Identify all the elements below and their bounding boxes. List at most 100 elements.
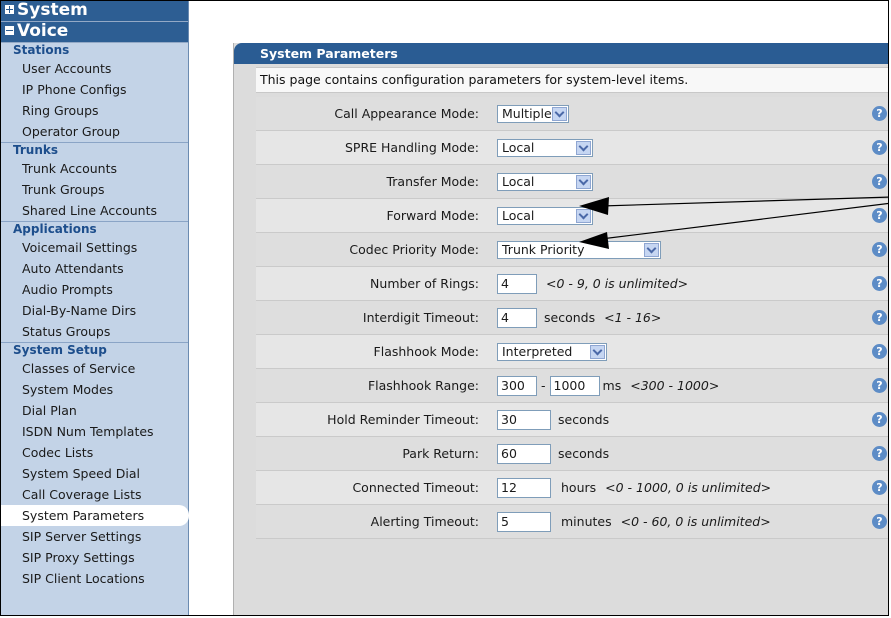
- help-icon[interactable]: ?: [872, 276, 887, 291]
- sidebar-item-trunk-accounts[interactable]: Trunk Accounts: [1, 158, 188, 179]
- flashhook-range-max-input[interactable]: 1000: [549, 375, 600, 396]
- flashhook-mode-select[interactable]: Interpreted: [497, 342, 607, 361]
- row-interdigit-timeout: Interdigit Timeout: 4 seconds <1 - 16> ?: [256, 301, 888, 335]
- help-icon[interactable]: ?: [872, 412, 887, 427]
- app-frame: System Voice Stations User Accounts IP P…: [0, 0, 889, 616]
- help-icon[interactable]: ?: [872, 446, 887, 461]
- sidebar-item-system-parameters[interactable]: System Parameters: [1, 505, 189, 526]
- spre-handling-mode-select[interactable]: Local: [497, 138, 593, 157]
- sidebar-section-voice[interactable]: Voice: [1, 22, 188, 43]
- sidebar-item-dial-plan[interactable]: Dial Plan: [1, 400, 188, 421]
- connected-timeout-input[interactable]: 12: [497, 477, 551, 498]
- field-label: Flashhook Range:: [367, 378, 479, 393]
- sidebar-item-call-coverage-lists[interactable]: Call Coverage Lists: [1, 484, 188, 505]
- sidebar-item-trunk-groups[interactable]: Trunk Groups: [1, 179, 188, 200]
- sidebar-item-auto-attendants[interactable]: Auto Attendants: [1, 258, 188, 279]
- interdigit-timeout-input[interactable]: 4: [497, 307, 537, 328]
- sidebar: System Voice Stations User Accounts IP P…: [1, 1, 189, 615]
- row-forward-mode: Forward Mode: Local ?: [256, 199, 888, 233]
- call-appearance-mode-select[interactable]: Multiple: [497, 104, 569, 123]
- sidebar-item-sip-proxy-settings[interactable]: SIP Proxy Settings: [1, 547, 188, 568]
- field-label: Call Appearance Mode:: [334, 106, 479, 121]
- field-label: Flashhook Mode:: [373, 344, 479, 359]
- chevron-down-icon: [644, 242, 659, 257]
- sidebar-item-operator-group[interactable]: Operator Group: [1, 121, 188, 142]
- sidebar-item-audio-prompts[interactable]: Audio Prompts: [1, 279, 188, 300]
- row-transfer-mode: Transfer Mode: Local ?: [256, 165, 888, 199]
- row-flashhook-range: Flashhook Range: 300-1000 ms <300 - 1000> …: [256, 369, 888, 403]
- range-hint: <1 - 16>: [604, 310, 662, 325]
- sidebar-item-voicemail-settings[interactable]: Voicemail Settings: [1, 237, 188, 258]
- field-label: Transfer Mode:: [386, 174, 479, 189]
- row-flashhook-mode: Flashhook Mode: Interpreted ?: [256, 335, 888, 369]
- unit-label: seconds: [544, 310, 596, 325]
- group-stations: Stations: [13, 43, 70, 57]
- flashhook-range-min-input[interactable]: 300: [497, 375, 537, 396]
- help-icon[interactable]: ?: [872, 242, 887, 257]
- row-park-return: Park Return: 60 seconds ?: [256, 437, 888, 471]
- sidebar-item-shared-line-accounts[interactable]: Shared Line Accounts: [1, 200, 188, 221]
- help-icon[interactable]: ?: [872, 480, 887, 495]
- group-system-setup: System Setup: [1, 342, 188, 358]
- page-title: System Parameters: [234, 43, 888, 64]
- help-icon[interactable]: ?: [872, 310, 887, 325]
- chevron-down-icon: [576, 174, 591, 189]
- expand-icon: [5, 5, 14, 14]
- sidebar-item-system-modes[interactable]: System Modes: [1, 379, 188, 400]
- chevron-down-icon: [552, 106, 567, 121]
- unit-label: minutes: [561, 514, 612, 529]
- sidebar-item-status-groups[interactable]: Status Groups: [1, 321, 188, 342]
- range-hint: <0 - 9, 0 is unlimited>: [546, 276, 689, 291]
- sidebar-item-codec-lists[interactable]: Codec Lists: [1, 442, 188, 463]
- field-label: Hold Reminder Timeout:: [327, 412, 479, 427]
- params-table: Call Appearance Mode: Multiple ? SPRE Ha…: [256, 97, 888, 539]
- row-hold-reminder-timeout: Hold Reminder Timeout: 30 seconds ?: [256, 403, 888, 437]
- section-label: Voice: [17, 21, 69, 41]
- range-hint: <0 - 60, 0 is unlimited>: [620, 514, 771, 529]
- section-label: System: [17, 0, 88, 20]
- field-label: Alerting Timeout:: [370, 514, 479, 529]
- field-label: SPRE Handling Mode:: [345, 140, 479, 155]
- sidebar-item-ip-phone-configs[interactable]: IP Phone Configs: [1, 79, 188, 100]
- help-icon[interactable]: ?: [872, 106, 887, 121]
- help-icon[interactable]: ?: [872, 344, 887, 359]
- park-return-input[interactable]: 60: [497, 443, 551, 464]
- sidebar-item-sip-server-settings[interactable]: SIP Server Settings: [1, 526, 188, 547]
- main-panel: System Parameters This page contains con…: [233, 43, 888, 615]
- help-icon[interactable]: ?: [872, 140, 887, 155]
- hold-reminder-timeout-input[interactable]: 30: [497, 409, 551, 430]
- sidebar-item-system-speed-dial[interactable]: System Speed Dial: [1, 463, 188, 484]
- number-of-rings-input[interactable]: 4: [497, 273, 537, 294]
- forward-mode-select[interactable]: Local: [497, 206, 593, 225]
- field-label: Codec Priority Mode:: [349, 242, 479, 257]
- help-icon[interactable]: ?: [872, 514, 887, 529]
- field-label: Interdigit Timeout:: [362, 310, 479, 325]
- row-number-of-rings: Number of Rings: 4 <0 - 9, 0 is unlimited…: [256, 267, 888, 301]
- sidebar-item-user-accounts[interactable]: User Accounts: [1, 58, 188, 79]
- field-label: Park Return:: [402, 446, 479, 461]
- sidebar-item-sip-client-locations[interactable]: SIP Client Locations: [1, 568, 188, 589]
- alerting-timeout-input[interactable]: 5: [497, 511, 551, 532]
- help-icon[interactable]: ?: [872, 174, 887, 189]
- field-label: Number of Rings:: [370, 276, 479, 291]
- unit-label: hours: [561, 480, 597, 495]
- help-icon[interactable]: ?: [872, 378, 887, 393]
- sidebar-item-dial-by-name-dirs[interactable]: Dial-By-Name Dirs: [1, 300, 188, 321]
- codec-priority-mode-select[interactable]: Trunk Priority: [497, 240, 661, 259]
- field-label: Connected Timeout:: [352, 480, 479, 495]
- unit-label: seconds: [558, 446, 610, 461]
- sidebar-item-isdn-num-templates[interactable]: ISDN Num Templates: [1, 421, 188, 442]
- sidebar-item-classes-of-service[interactable]: Classes of Service: [1, 358, 188, 379]
- unit-label: ms: [602, 378, 622, 393]
- chevron-down-icon: [576, 140, 591, 155]
- field-label: Forward Mode:: [386, 208, 479, 223]
- help-icon[interactable]: ?: [872, 208, 887, 223]
- sidebar-section-system[interactable]: System: [1, 1, 188, 22]
- range-separator: -: [541, 378, 546, 393]
- group-trunks: Trunks: [1, 142, 188, 158]
- row-codec-priority-mode: Codec Priority Mode: Trunk Priority ?: [256, 233, 888, 267]
- sidebar-item-ring-groups[interactable]: Ring Groups: [1, 100, 188, 121]
- range-hint: <0 - 1000, 0 is unlimited>: [605, 480, 772, 495]
- group-applications: Applications: [1, 221, 188, 237]
- transfer-mode-select[interactable]: Local: [497, 172, 593, 191]
